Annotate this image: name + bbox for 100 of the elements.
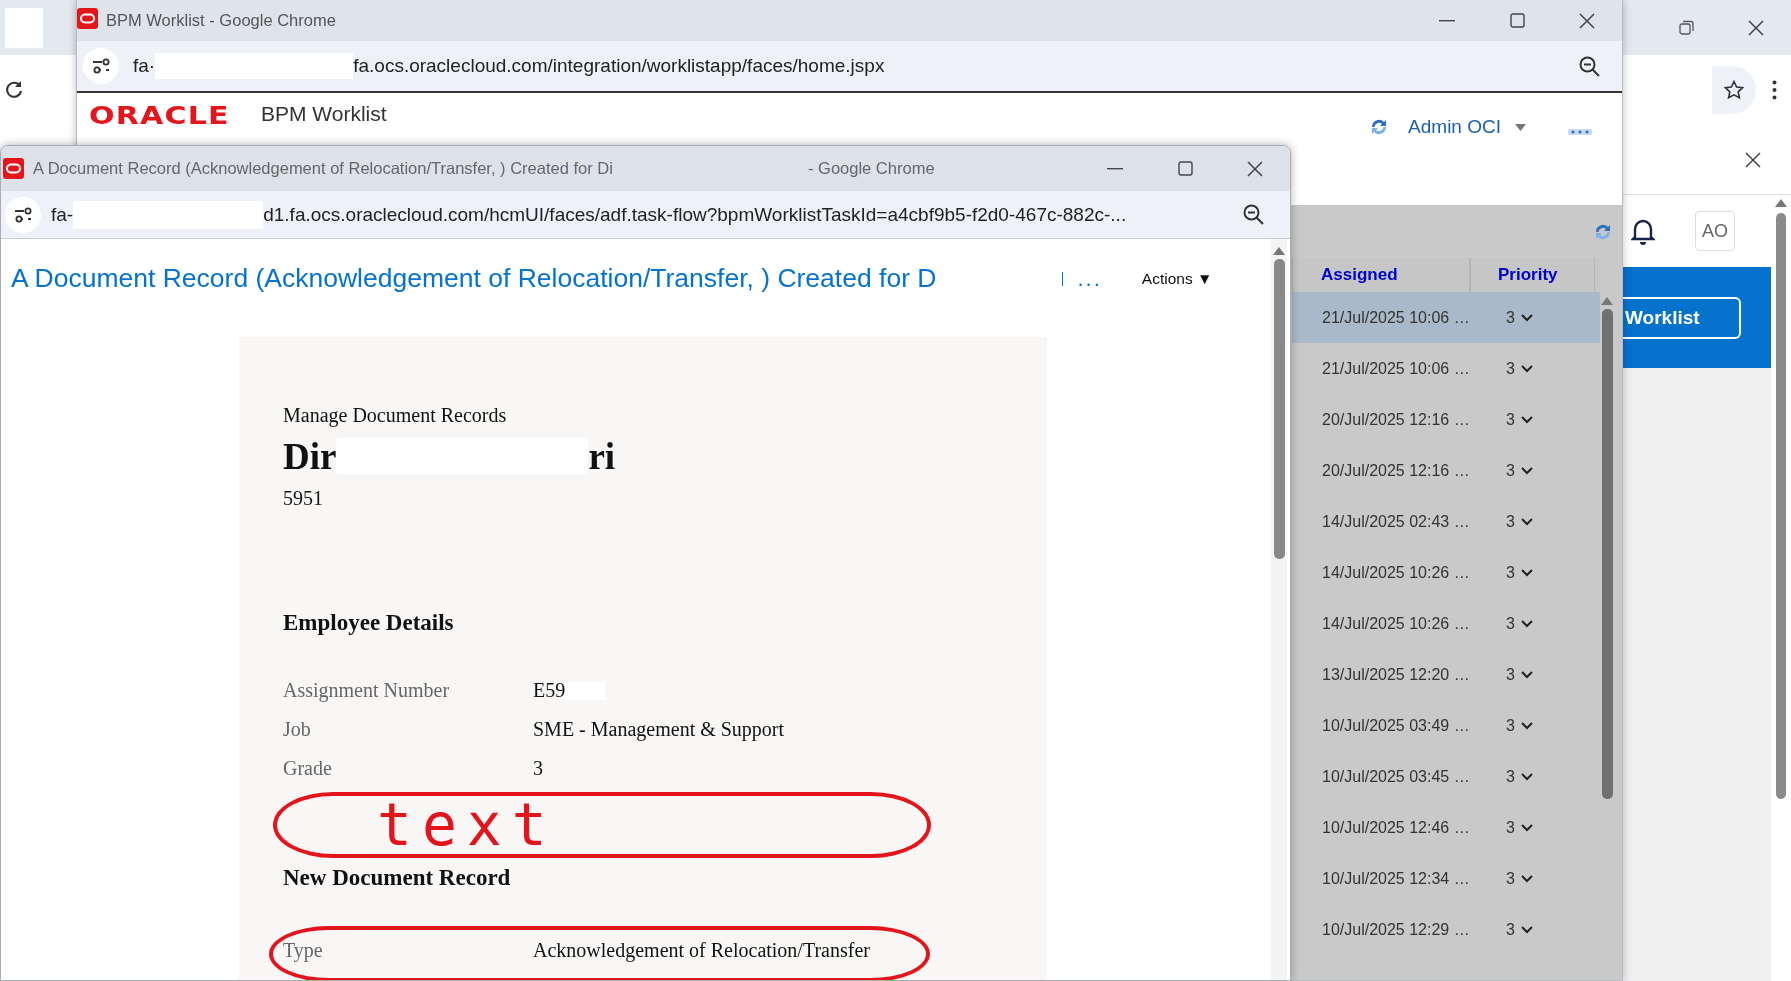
field-label: Grade bbox=[283, 757, 333, 780]
table-row[interactable]: 20/Jul/2025 12:16 … 3 bbox=[1292, 394, 1600, 445]
menu-icon[interactable] bbox=[1772, 80, 1777, 100]
assigned-date: 21/Jul/2025 10:06 … bbox=[1321, 308, 1470, 327]
assigned-date: 21/Jul/2025 10:06 … bbox=[1321, 359, 1470, 378]
assigned-date: 10/Jul/2025 03:49 … bbox=[1321, 716, 1470, 735]
priority-value: 3 bbox=[1506, 410, 1515, 429]
scroll-up-icon[interactable] bbox=[1273, 247, 1285, 255]
chevron-down-icon[interactable] bbox=[1520, 670, 1533, 679]
person-name: ri bbox=[588, 434, 616, 478]
field-value: E59 bbox=[533, 679, 566, 702]
page-heading: A Document Record (Acknowledgement of Relocation/Transfer, ) Created for D bbox=[11, 263, 937, 294]
scroll-up-icon[interactable] bbox=[1601, 297, 1613, 305]
table-row[interactable]: 13/Jul/2025 12:20 … 3 bbox=[1292, 649, 1600, 700]
user-avatar[interactable]: AO bbox=[1695, 211, 1735, 251]
caret-icon[interactable] bbox=[1515, 123, 1526, 131]
chevron-down-icon[interactable] bbox=[1520, 721, 1533, 730]
minimize-icon[interactable] bbox=[1107, 167, 1123, 170]
app-title: BPM Worklist bbox=[261, 102, 387, 126]
priority-value: 3 bbox=[1506, 920, 1515, 939]
url-text[interactable]: d1.fa.ocs.oraclecloud.com/hcmUI/faces/adf.task-flow?bpmWorklistTaskId=a4cbf9b5-f2d0-467c-882c-... bbox=[263, 203, 1127, 226]
maximize-icon[interactable] bbox=[1177, 161, 1193, 176]
field-label: Job bbox=[283, 718, 312, 741]
table-row[interactable]: 10/Jul/2025 03:45 … 3 bbox=[1292, 751, 1600, 802]
priority-value: 3 bbox=[1506, 308, 1515, 327]
assigned-date: 20/Jul/2025 12:16 … bbox=[1321, 461, 1470, 480]
reload-icon[interactable] bbox=[4, 80, 24, 100]
chevron-down-icon[interactable] bbox=[1520, 619, 1533, 628]
table-row[interactable]: 14/Jul/2025 02:43 … 3 bbox=[1292, 496, 1600, 547]
chevron-down-icon[interactable] bbox=[1520, 517, 1533, 526]
oracle-logo: ORACLE bbox=[89, 101, 231, 130]
user-menu[interactable]: Admin OCI bbox=[1408, 116, 1501, 138]
chevron-down-icon[interactable] bbox=[1520, 568, 1533, 577]
priority-value: 3 bbox=[1506, 869, 1515, 888]
scroll-up-icon[interactable] bbox=[1775, 199, 1787, 207]
priority-value: 3 bbox=[1506, 665, 1515, 684]
zoom-out-icon[interactable] bbox=[1579, 55, 1600, 77]
chevron-down-icon[interactable] bbox=[1520, 772, 1533, 781]
window-title: BPM Worklist - Google Chrome bbox=[106, 11, 336, 30]
section-title: New Document Record bbox=[283, 865, 512, 891]
maximize-icon[interactable] bbox=[1509, 13, 1525, 28]
close-icon[interactable] bbox=[1748, 19, 1764, 36]
person-number: 5951 bbox=[283, 487, 324, 510]
chevron-down-icon[interactable] bbox=[1520, 415, 1533, 424]
close-icon[interactable] bbox=[1247, 160, 1263, 177]
close-icon[interactable] bbox=[1579, 12, 1595, 29]
scrollbar[interactable] bbox=[1271, 239, 1287, 980]
field-label: Type bbox=[283, 939, 324, 962]
window-title: - Google Chrome bbox=[808, 159, 935, 178]
table-row[interactable]: 10/Jul/2025 12:46 … 3 bbox=[1292, 802, 1600, 853]
restore-icon[interactable] bbox=[1678, 20, 1694, 35]
table-row[interactable]: 14/Jul/2025 10:26 … 3 bbox=[1292, 598, 1600, 649]
chevron-down-icon[interactable] bbox=[1520, 823, 1533, 832]
person-name: Dir bbox=[283, 434, 337, 478]
chevron-down-icon[interactable] bbox=[1520, 313, 1533, 322]
more-options-icon[interactable] bbox=[1568, 129, 1592, 135]
table-row[interactable]: 10/Jul/2025 03:49 … 3 bbox=[1292, 700, 1600, 751]
handwritten-note: text bbox=[377, 797, 557, 853]
priority-value: 3 bbox=[1506, 716, 1515, 735]
url-text[interactable]: fa· bbox=[133, 55, 156, 77]
chevron-down-icon[interactable] bbox=[1520, 466, 1533, 475]
chevron-down-icon[interactable] bbox=[1520, 925, 1533, 934]
table-row[interactable]: 10/Jul/2025 12:34 … 3 bbox=[1292, 853, 1600, 904]
priority-value: 3 bbox=[1506, 614, 1515, 633]
table-row[interactable]: 20/Jul/2025 12:16 … 3 bbox=[1292, 445, 1600, 496]
minimize-icon[interactable] bbox=[1439, 19, 1455, 22]
table-row[interactable]: 10/Jul/2025 12:29 … 3 bbox=[1292, 904, 1600, 955]
site-info-icon[interactable] bbox=[83, 48, 119, 84]
notification-bell-icon[interactable] bbox=[1631, 217, 1655, 245]
table-row[interactable]: 14/Jul/2025 10:26 … 3 bbox=[1292, 547, 1600, 598]
address-bar[interactable] bbox=[1712, 66, 1756, 114]
close-icon[interactable] bbox=[1745, 151, 1761, 168]
more-menu[interactable]: ... bbox=[1062, 271, 1102, 286]
priority-value: 3 bbox=[1506, 767, 1515, 786]
field-label: Assignment Number bbox=[283, 679, 451, 702]
chevron-down-icon[interactable] bbox=[1520, 364, 1533, 373]
assigned-date: 10/Jul/2025 12:34 … bbox=[1321, 869, 1470, 888]
actions-menu[interactable]: Actions ▼ bbox=[1135, 268, 1219, 289]
assigned-date: 14/Jul/2025 02:43 … bbox=[1321, 512, 1470, 531]
site-info-icon[interactable] bbox=[5, 196, 41, 233]
table-row[interactable]: 21/Jul/2025 10:06 … 3 bbox=[1292, 292, 1600, 343]
url-text[interactable]: fa.ocs.oraclecloud.com/integration/worklistapp/faces/home.jspx bbox=[353, 55, 885, 77]
assigned-date: 10/Jul/2025 12:46 … bbox=[1321, 818, 1470, 837]
field-value: Acknowledgement of Relocation/Transfer bbox=[533, 939, 870, 962]
priority-value: 3 bbox=[1506, 512, 1515, 531]
assigned-date: 13/Jul/2025 12:20 … bbox=[1321, 665, 1470, 684]
assigned-date: 10/Jul/2025 03:45 … bbox=[1321, 767, 1470, 786]
priority-value: 3 bbox=[1506, 461, 1515, 480]
window-title: A Document Record (Acknowledgement of Relocation/Transfer, ) Created for Di bbox=[33, 159, 614, 178]
zoom-out-icon[interactable] bbox=[1243, 204, 1264, 225]
bookmark-star-icon[interactable] bbox=[1724, 80, 1744, 100]
assigned-date: 14/Jul/2025 10:26 … bbox=[1321, 563, 1470, 582]
field-value: 3 bbox=[533, 757, 543, 780]
field-value: SME - Management & Support bbox=[533, 718, 785, 741]
table-row[interactable]: 21/Jul/2025 10:06 … 3 bbox=[1292, 343, 1600, 394]
browser-app-icon bbox=[3, 158, 24, 179]
assigned-date: 14/Jul/2025 10:26 … bbox=[1321, 614, 1470, 633]
chevron-down-icon[interactable] bbox=[1520, 874, 1533, 883]
assigned-date: 20/Jul/2025 12:16 … bbox=[1321, 410, 1470, 429]
url-text[interactable]: fa- bbox=[51, 203, 74, 226]
